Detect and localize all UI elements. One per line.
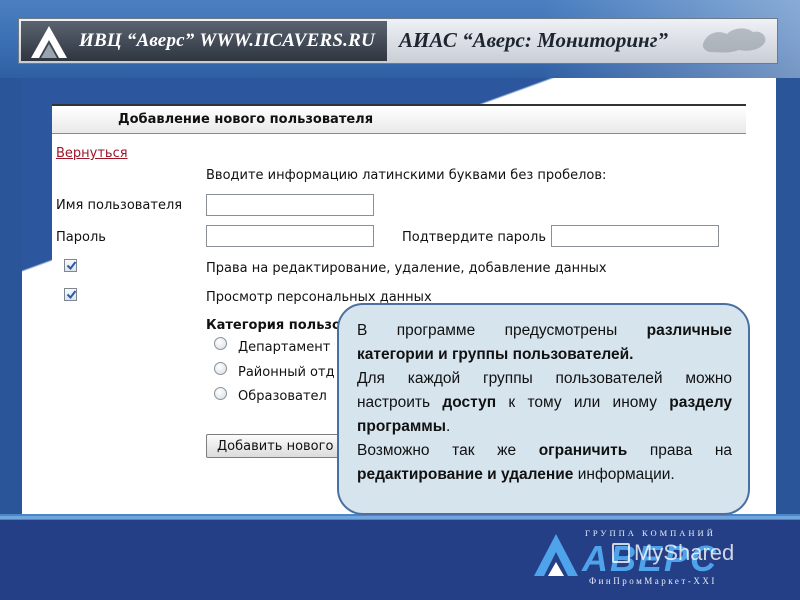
footer-subtitle: ФинПромМаркет-XXI [589, 576, 717, 586]
russia-map-icon [702, 28, 766, 53]
callout-text: Возможно так же [357, 442, 539, 459]
slide-right-border [776, 78, 800, 514]
callout-text: права на [627, 442, 733, 459]
category-radio-education[interactable] [214, 387, 227, 400]
edit-permission-checkbox[interactable] [64, 259, 77, 272]
callout-text: информации. [573, 466, 675, 483]
explanation-callout: В программе предусмотрены различные кате… [337, 303, 750, 515]
password-input[interactable] [206, 225, 374, 247]
slide-bottom-line [0, 516, 800, 519]
banner-product-text: АИАС “Аверс: Мониторинг” [399, 28, 668, 52]
callout-bold-text: доступ [442, 394, 497, 411]
username-label: Имя пользователя [56, 198, 183, 213]
category-option-district: Районный отд [238, 365, 335, 380]
confirm-password-input[interactable] [551, 225, 719, 247]
back-link[interactable]: Вернуться [56, 146, 128, 161]
callout-text: . [446, 418, 451, 435]
watermark-icon [612, 543, 630, 563]
header-banner: ИВЦ “Аверс” WWW.IICAVERS.RU АИАС “Аверс:… [18, 18, 778, 64]
avers-footer-logo-icon [534, 534, 578, 576]
category-label: Категория пользо [206, 318, 341, 333]
input-hint: Вводите информацию латинскими буквами бе… [206, 168, 607, 183]
callout-paragraph-1: В программе предусмотрены различные кате… [357, 319, 732, 367]
slide-left-border [0, 78, 22, 514]
category-option-education: Образовател [238, 389, 327, 404]
watermark-text: MyShared [634, 540, 735, 565]
footer-tagline: ГРУППА КОМПАНИЙ [585, 528, 716, 538]
form-title: Добавление нового пользователя [118, 112, 374, 127]
callout-paragraph-3: Возможно так же ограничить права на реда… [357, 439, 732, 487]
callout-bold-text: редактирование и удаление [357, 466, 574, 483]
form-header: Добавление нового пользователя [52, 104, 746, 134]
category-option-department: Департамент [238, 340, 331, 355]
banner-dark-section: ИВЦ “Аверс” WWW.IICAVERS.RU [21, 21, 387, 61]
password-label: Пароль [56, 230, 106, 245]
watermark: MyShared [612, 540, 734, 566]
banner-company-text: ИВЦ “Аверс” WWW.IICAVERS.RU [79, 30, 375, 51]
view-personal-data-checkbox[interactable] [64, 288, 77, 301]
callout-paragraph-2: Для каждой группы пользователей можно на… [357, 367, 732, 439]
username-input[interactable] [206, 194, 374, 216]
checkbox-checked-icon [66, 261, 77, 271]
callout-text: В программе предусмотрены [357, 322, 647, 339]
callout-text: к тому или иному [496, 394, 670, 411]
avers-logo-icon [31, 26, 67, 58]
edit-permission-label: Права на редактирование, удаление, добав… [206, 261, 607, 276]
category-radio-department[interactable] [214, 337, 227, 350]
category-radio-district[interactable] [214, 362, 227, 375]
confirm-password-label: Подтвердите пароль [402, 230, 546, 245]
checkbox-checked-icon [66, 290, 77, 300]
callout-bold-text: ограничить [538, 442, 628, 459]
